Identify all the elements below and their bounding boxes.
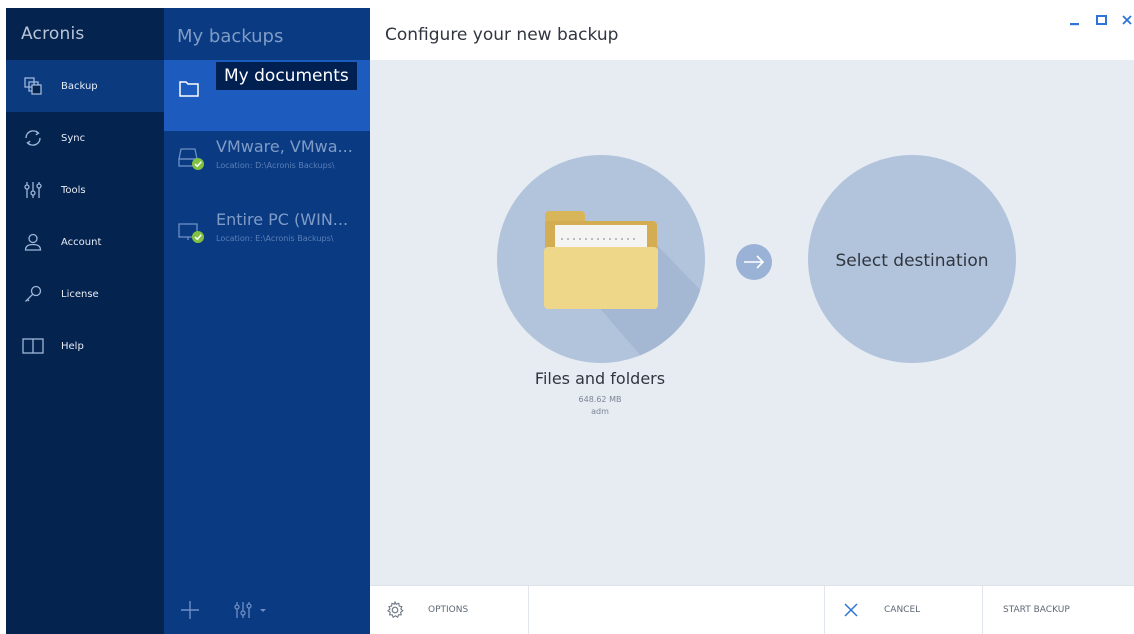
add-backup-icon[interactable] (180, 600, 200, 624)
backup-list-footer (164, 586, 370, 634)
tools-sliders-icon (234, 602, 252, 618)
minimize-icon[interactable] (1070, 14, 1080, 29)
drive-ok-icon (178, 218, 204, 243)
backup-list-panel: My backups VMware, VMwa... Location: D:\… (164, 8, 370, 634)
sidebar-item-sync[interactable]: Sync (6, 112, 164, 164)
backup-list-title: My backups (177, 26, 284, 47)
chevron-down-icon (260, 609, 266, 612)
source-size: 648.62 MB (578, 395, 622, 404)
folder-icon (544, 211, 705, 363)
cancel-button[interactable]: CANCEL (844, 586, 920, 634)
backup-item-vmware[interactable]: VMware, VMwa... Location: D:\Acronis Bac… (164, 131, 370, 183)
sidebar-item-label: Help (61, 340, 84, 352)
sidebar: Acronis Backup Sync Tools Account Licens… (6, 8, 164, 634)
sidebar-item-backup[interactable]: Backup (6, 60, 164, 112)
help-book-icon (22, 335, 44, 357)
next-arrow-button[interactable] (736, 244, 772, 280)
close-x-icon (844, 603, 858, 617)
app-logo: Acronis (21, 24, 85, 44)
sidebar-item-label: Account (61, 236, 102, 248)
drive-ok-icon (178, 145, 204, 170)
options-label: OPTIONS (428, 605, 469, 615)
footer-divider (824, 586, 825, 634)
sidebar-item-label: Backup (61, 80, 98, 92)
sidebar-item-label: License (61, 288, 99, 300)
main-header: Configure your new backup (370, 8, 1134, 60)
sidebar-item-help[interactable]: Help (6, 320, 164, 372)
sidebar-item-account[interactable]: Account (6, 216, 164, 268)
license-key-icon (22, 283, 44, 305)
sidebar-item-label: Tools (61, 184, 86, 196)
options-button[interactable]: OPTIONS (386, 586, 468, 634)
footer-divider (982, 586, 983, 634)
backup-item-location: Location: E:\Acronis Backups\ (216, 234, 334, 243)
backup-name-tooltip: My documents (216, 62, 357, 90)
start-backup-label: START BACKUP (1003, 605, 1070, 615)
backup-item-location: Location: D:\Acronis Backups\ (216, 161, 335, 170)
main-area: Configure your new backup Select destina… (370, 8, 1134, 634)
page-title: Configure your new backup (385, 25, 619, 45)
close-icon[interactable] (1122, 14, 1132, 29)
destination-selector[interactable]: Select destination (808, 155, 1016, 363)
source-label: Files and folders (534, 369, 666, 388)
account-person-icon (22, 231, 44, 253)
tools-sliders-icon (22, 179, 44, 201)
folder-icon (178, 78, 202, 102)
sidebar-item-license[interactable]: License (6, 268, 164, 320)
source-user: adm (591, 407, 609, 416)
source-selector[interactable] (497, 155, 705, 363)
cancel-label: CANCEL (884, 605, 921, 615)
arrow-right-icon (744, 255, 765, 269)
destination-label: Select destination (835, 251, 989, 271)
backup-item-entire-pc[interactable]: Entire PC (WIN... Location: E:\Acronis B… (164, 204, 370, 256)
backup-copies-icon (22, 75, 44, 97)
main-footer: OPTIONS CANCEL START BACKUP (370, 585, 1134, 634)
sidebar-item-label: Sync (61, 132, 86, 144)
backup-item-name: Entire PC (WIN... (216, 210, 349, 229)
app-window: Acronis Backup Sync Tools Account Licens… (0, 0, 1134, 634)
footer-divider (528, 586, 529, 634)
backup-settings-dropdown[interactable] (234, 601, 268, 619)
gear-icon (387, 601, 404, 619)
maximize-icon[interactable] (1096, 14, 1107, 29)
backup-item-name: VMware, VMwa... (216, 137, 353, 156)
sync-icon (22, 127, 44, 149)
sidebar-item-tools[interactable]: Tools (6, 164, 164, 216)
start-backup-button[interactable]: START BACKUP (1003, 586, 1070, 634)
